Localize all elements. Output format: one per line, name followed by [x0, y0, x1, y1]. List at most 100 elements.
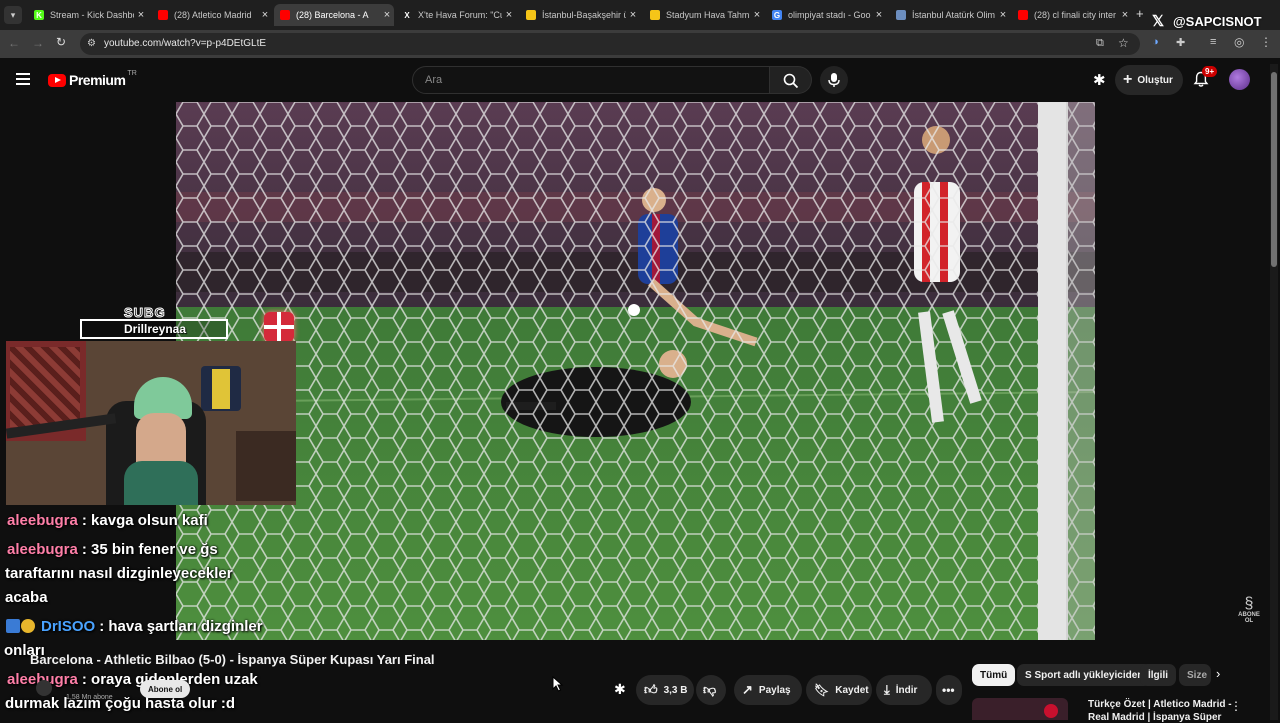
search-input[interactable]: Ara	[412, 66, 770, 94]
channel-subscriber-count: 1,58 Mn abone	[66, 694, 113, 701]
premium-gift-icon[interactable]: ✱	[614, 681, 626, 698]
extensions-puzzle-icon[interactable]: ✚	[1176, 36, 1185, 49]
media-control-icon[interactable]: ≡	[1210, 36, 1216, 48]
site-info-icon[interactable]: ⚙	[87, 38, 96, 49]
chips-next-arrow-icon[interactable]: ›	[1216, 666, 1220, 681]
watermark-logo-icon: §	[1244, 595, 1254, 612]
browser-tab[interactable]: Stadyum Hava Tahmi ×	[644, 4, 764, 26]
browser-menu-icon[interactable]: ⋮	[1260, 35, 1272, 49]
profile-icon[interactable]: ◎	[1234, 35, 1244, 49]
tab-title: Stream - Kick Dashbo	[50, 10, 134, 20]
search-button[interactable]	[770, 66, 812, 94]
browser-tab[interactable]: (28) Barcelona - A ×	[274, 4, 394, 26]
chat-badge-icon	[6, 619, 20, 633]
tab-close-icon[interactable]: ×	[502, 9, 516, 21]
browser-tab[interactable]: İstanbul-Başakşehir ü ×	[520, 4, 640, 26]
tab-favicon-icon	[158, 10, 168, 20]
bookmark-star-icon[interactable]: ☆	[1118, 36, 1129, 50]
chat-badge-icon	[21, 619, 35, 633]
share-icon: ↗	[742, 682, 753, 697]
sub-alert-name: Drillreynaa	[124, 322, 187, 336]
forward-icon[interactable]: →	[32, 36, 44, 50]
tab-close-icon[interactable]: ×	[258, 9, 272, 21]
share-button[interactable]: ↗ Paylaş	[734, 675, 802, 705]
extension-icon[interactable]: ◑	[1152, 36, 1159, 48]
related-video-menu-icon[interactable]: ⋮	[1230, 699, 1242, 713]
scrollbar-thumb[interactable]	[1271, 72, 1277, 267]
chat-text: taraftarını nasıl dizginleyecekler	[5, 565, 233, 582]
filter-chip[interactable]: Tümü	[972, 664, 1016, 686]
x-logo-icon: 𝕏	[1152, 13, 1165, 30]
browser-tab[interactable]: X X'te Hava Forum: "Cu ×	[396, 4, 516, 26]
voice-search-button[interactable]	[820, 66, 848, 94]
browser-tab[interactable]: Golimpiyat stadı - Goo ×	[766, 4, 886, 26]
filter-chip[interactable]: S Sport adlı yükleyiciden	[1017, 664, 1152, 686]
tab-favicon-icon: G	[772, 10, 782, 20]
tab-close-icon[interactable]: ×	[750, 9, 764, 21]
page-scrollbar[interactable]	[1270, 64, 1278, 720]
thumbs-up-icon: 👍︎	[644, 682, 658, 697]
tab-close-icon[interactable]: ×	[1118, 9, 1132, 21]
chat-message: aleebugra: 35 bin fener ve ğs	[7, 541, 218, 558]
microphone-icon	[828, 73, 840, 87]
browser-tab[interactable]: K Stream - Kick Dashbo ×	[28, 4, 148, 26]
watermark-text: ABONE OL	[1238, 612, 1260, 624]
notification-count-badge: 9+	[1202, 66, 1218, 77]
related-video-thumbnail[interactable]	[972, 698, 1068, 720]
browser-toolbar: ← → ↻ ⚙ youtube.com/watch?v=p-p4DEtGLtE …	[0, 30, 1280, 58]
youtube-logo[interactable]: Premium TR	[48, 69, 137, 88]
more-icon: •••	[942, 683, 955, 697]
install-icon[interactable]: ⧉	[1096, 37, 1104, 50]
save-button[interactable]: 🔖︎ Kaydet	[806, 675, 872, 705]
tab-close-icon[interactable]: ×	[626, 9, 640, 21]
tab-favicon-icon	[896, 10, 906, 20]
chat-message: taraftarını nasıl dizginleyecekler	[5, 565, 233, 582]
filter-chip[interactable]: İlgili	[1140, 664, 1176, 686]
abone-ol-watermark[interactable]: § ABONE OL	[1234, 595, 1264, 625]
filter-chip[interactable]: Size	[1179, 664, 1211, 686]
tab-search-button[interactable]: ▾	[4, 6, 22, 24]
chat-message: acaba	[5, 589, 48, 606]
browser-tab[interactable]: İstanbul Atatürk Olim ×	[890, 4, 1010, 26]
subscribe-button[interactable]: Abone ol	[140, 680, 191, 698]
plus-icon: +	[1123, 71, 1133, 88]
tab-close-icon[interactable]: ×	[872, 9, 886, 21]
related-video-title[interactable]: Türkçe Özet | Atletico Madrid -	[1088, 699, 1232, 710]
overlay-handle: @SAPCISNOT	[1173, 14, 1262, 29]
tab-title: İstanbul-Başakşehir ü	[542, 10, 626, 20]
notifications-button[interactable]: 9+	[1193, 66, 1218, 93]
bookmark-icon: 🔖︎	[814, 683, 830, 697]
chat-message: durmak lazım çoğu hasta olur :d	[5, 695, 235, 712]
mouse-cursor-icon	[552, 676, 564, 692]
tab-close-icon[interactable]: ×	[380, 9, 394, 21]
reload-icon[interactable]: ↻	[56, 35, 66, 49]
channel-avatar[interactable]	[36, 680, 52, 696]
new-tab-button[interactable]: +	[1136, 6, 1144, 21]
browser-tab[interactable]: (28) cl finali city inter ×	[1012, 4, 1132, 26]
back-icon[interactable]: ←	[8, 36, 20, 50]
tab-favicon-icon	[280, 10, 290, 20]
hamburger-menu-icon[interactable]	[16, 73, 30, 85]
chat-text: : hava şartları dizginler	[99, 618, 263, 635]
address-bar[interactable]: ⚙ youtube.com/watch?v=p-p4DEtGLtE ⧉ ☆	[80, 33, 1140, 55]
chat-username: aleebugra	[7, 541, 78, 558]
tab-close-icon[interactable]: ×	[134, 9, 148, 21]
download-button[interactable]: ⤓ İndir	[876, 675, 932, 705]
browser-tab[interactable]: (28) Atletico Madrid ×	[152, 4, 272, 26]
gift-icon[interactable]: ✱	[1093, 71, 1106, 89]
related-video-subtitle: Real Madrid | İspanya Süper	[1088, 712, 1222, 723]
region-code: TR	[127, 69, 137, 77]
chat-text: : kavga olsun kafi	[81, 512, 208, 529]
tab-favicon-icon: X	[402, 10, 412, 20]
account-avatar[interactable]	[1229, 69, 1250, 90]
tab-close-icon[interactable]: ×	[996, 9, 1010, 21]
tab-title: İstanbul Atatürk Olim	[912, 10, 996, 20]
like-button[interactable]: 👍︎ 3,3 B	[636, 675, 694, 705]
video-player[interactable]	[176, 102, 1095, 640]
chat-text: durmak lazım çoğu hasta olur :d	[5, 695, 236, 712]
share-label: Paylaş	[758, 684, 791, 696]
chat-message: DrISOO: hava şartları dizginler	[6, 618, 263, 635]
more-actions-button[interactable]: •••	[936, 675, 962, 705]
dislike-button[interactable]: 👎︎	[696, 675, 726, 705]
create-button[interactable]: + Oluştur	[1115, 65, 1183, 95]
